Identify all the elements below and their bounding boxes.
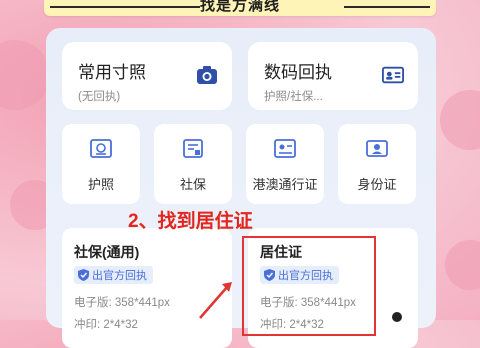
social-security-icon bbox=[183, 139, 203, 158]
identity-card-icon bbox=[366, 140, 388, 157]
card-title: 数码回执 bbox=[264, 63, 332, 82]
spec-title: 社保(通用) bbox=[74, 244, 140, 260]
permit-icon bbox=[274, 139, 296, 158]
pointer-arrow-icon bbox=[199, 282, 232, 319]
banner-text: 找是方满线 bbox=[199, 0, 280, 14]
doc-type-label: 社保 bbox=[179, 177, 206, 192]
shield-check-icon bbox=[78, 269, 89, 281]
doc-type-identity-card[interactable]: 身份证 bbox=[338, 124, 416, 204]
spec-print: 冲印: 2*4*32 bbox=[74, 319, 138, 331]
id-card-icon bbox=[382, 64, 404, 86]
blossom-decoration bbox=[445, 240, 480, 290]
camera-icon bbox=[196, 64, 218, 86]
doc-type-label: 身份证 bbox=[357, 177, 397, 192]
highlight-box bbox=[242, 236, 376, 336]
card-title: 常用寸照 bbox=[78, 63, 146, 82]
dark-dot-decoration bbox=[392, 312, 402, 322]
top-banner: 找是方满线 bbox=[44, 0, 436, 16]
badge-text: 出官方回执 bbox=[92, 270, 147, 282]
digital-receipt-card[interactable]: 数码回执 护照/社保... bbox=[248, 42, 418, 110]
doc-type-passport[interactable]: 护照 bbox=[62, 124, 140, 204]
card-subtitle: 护照/社保... bbox=[264, 91, 323, 103]
doc-type-label: 护照 bbox=[87, 177, 114, 192]
app-screen: 常用寸照 (无回执) 数码回执 护照/社保... 护照 社保 港澳通行证 身份证… bbox=[46, 28, 436, 348]
common-photo-card[interactable]: 常用寸照 (无回执) bbox=[62, 42, 232, 110]
passport-icon bbox=[90, 139, 112, 158]
doc-type-hk-macau-permit[interactable]: 港澳通行证 bbox=[246, 124, 324, 204]
card-subtitle: (无回执) bbox=[78, 91, 121, 103]
blossom-decoration bbox=[440, 90, 480, 150]
official-receipt-badge: 出官方回执 bbox=[74, 266, 153, 284]
doc-type-social-security[interactable]: 社保 bbox=[154, 124, 232, 204]
spec-size: 电子版: 358*441px bbox=[74, 297, 170, 309]
step-annotation: 2、找到居住证 bbox=[128, 211, 253, 232]
blossom-decoration bbox=[0, 40, 50, 110]
doc-type-label: 港澳通行证 bbox=[252, 177, 318, 192]
